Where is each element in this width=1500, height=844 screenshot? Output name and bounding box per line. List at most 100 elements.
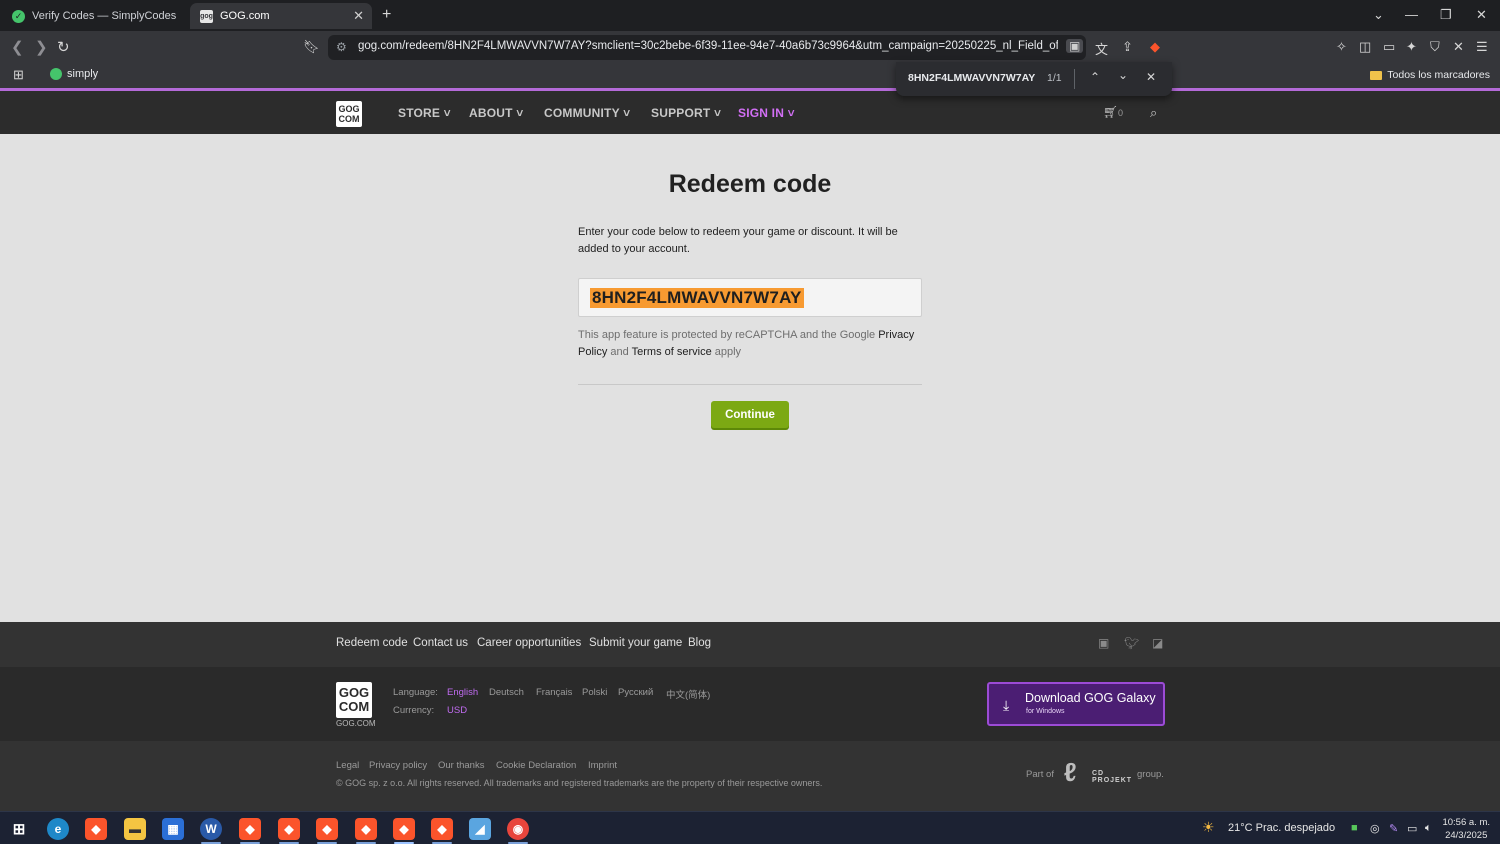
simplycodes-favicon-icon: ✓ bbox=[12, 9, 25, 23]
find-next-icon[interactable]: ⌄ bbox=[1118, 68, 1128, 82]
wallet-icon[interactable]: ▭ bbox=[1383, 39, 1395, 55]
network-icon[interactable]: ▭ bbox=[1407, 822, 1417, 835]
brave-shields-icon[interactable]: ◆ bbox=[1150, 39, 1160, 55]
cart-icon[interactable]: 🛒︎ bbox=[1103, 105, 1118, 119]
store-icon[interactable]: ▦ bbox=[162, 818, 184, 840]
menu-support[interactable]: SUPPORT ˅ bbox=[651, 106, 721, 120]
download-galaxy-button[interactable]: ⤓ Download GOG Galaxy for Windows bbox=[987, 682, 1165, 726]
browser-tabstrip: ✓ Verify Codes — SimplyCodes gog GOG.com… bbox=[0, 0, 1500, 31]
brave-window-icon[interactable]: ◆ bbox=[355, 818, 377, 840]
brave-window-icon[interactable]: ◆ bbox=[431, 818, 453, 840]
tray-pen-icon[interactable]: ✎ bbox=[1389, 822, 1398, 835]
footer-settings: GOG COM GOG.COM Language: English Deutsc… bbox=[0, 667, 1500, 741]
share-icon[interactable]: ⇪ bbox=[1122, 39, 1133, 55]
edge-icon[interactable]: e bbox=[47, 818, 69, 840]
language-russian[interactable]: Русский bbox=[618, 687, 653, 698]
all-bookmarks-folder[interactable]: Todos los marcadores bbox=[1370, 69, 1490, 81]
language-english[interactable]: English bbox=[447, 687, 478, 698]
footer-link-contact-us[interactable]: Contact us bbox=[413, 637, 468, 649]
cookie-declaration-link[interactable]: Cookie Declaration bbox=[496, 760, 576, 771]
back-icon[interactable]: ❮ bbox=[11, 38, 24, 56]
our-thanks-link[interactable]: Our thanks bbox=[438, 760, 484, 771]
bookmark-icon[interactable]: 🔖︎ bbox=[303, 39, 320, 55]
close-tab-icon[interactable]: ✕ bbox=[353, 8, 364, 24]
language-chinese[interactable]: 中文(简体) bbox=[666, 687, 710, 701]
reload-icon[interactable]: ↻ bbox=[57, 38, 70, 56]
extensions-icon[interactable]: ✧ bbox=[1336, 39, 1347, 55]
footer-link-submit-game[interactable]: Submit your game bbox=[589, 637, 682, 649]
menu-community[interactable]: COMMUNITY ˅ bbox=[544, 106, 630, 120]
cd-projekt-mark-icon: ℓ bbox=[1064, 757, 1078, 787]
close-window-icon[interactable]: ✕ bbox=[1476, 7, 1487, 23]
privacy-policy-footer-link[interactable]: Privacy policy bbox=[369, 760, 427, 771]
tab-search-icon[interactable]: ⌄ bbox=[1373, 7, 1384, 23]
address-bar[interactable]: ⚙ gog.com/redeem/8HN2F4LMWAVVN7W7AY?smcl… bbox=[328, 35, 1086, 60]
wordpad-icon[interactable]: W bbox=[200, 818, 222, 840]
page-title: Redeem code bbox=[668, 170, 832, 198]
find-in-page-bar: 1/1 ⌃ ⌄ ✕ bbox=[896, 62, 1172, 96]
site-info-icon[interactable]: ⚙ bbox=[336, 40, 347, 54]
legal-link[interactable]: Legal bbox=[336, 760, 359, 771]
sidebar-icon[interactable]: ◫ bbox=[1359, 39, 1371, 55]
footer-link-careers[interactable]: Career opportunities bbox=[477, 637, 581, 649]
apps-grid-icon[interactable]: ⊞ bbox=[13, 67, 24, 83]
file-explorer-icon[interactable]: ▬ bbox=[124, 818, 146, 840]
menu-icon[interactable]: ☰ bbox=[1476, 39, 1488, 55]
terms-of-service-link[interactable]: Terms of service bbox=[632, 346, 712, 358]
find-divider bbox=[1074, 69, 1075, 89]
tray-app-icon[interactable]: ■ bbox=[1351, 822, 1358, 834]
leo-ai-icon[interactable]: ✦ bbox=[1406, 39, 1417, 55]
tray-app-icon[interactable]: ◎ bbox=[1370, 822, 1380, 835]
gog-logo[interactable]: GOG COM bbox=[336, 101, 362, 127]
language-francais[interactable]: Français bbox=[536, 687, 572, 698]
find-previous-icon[interactable]: ⌃ bbox=[1090, 70, 1100, 84]
continue-button[interactable]: Continue bbox=[711, 401, 789, 428]
language-deutsch[interactable]: Deutsch bbox=[489, 687, 524, 698]
forward-icon[interactable]: ❯ bbox=[35, 38, 48, 56]
facebook-icon[interactable]: ▣ bbox=[1098, 636, 1109, 650]
restore-icon[interactable]: ❐ bbox=[1440, 7, 1452, 23]
brave-window-icon[interactable]: ◆ bbox=[239, 818, 261, 840]
weather-text[interactable]: 21°C Prac. despejado bbox=[1228, 822, 1335, 834]
page-action-icon[interactable]: ▣ bbox=[1066, 39, 1084, 53]
simplycodes-extension-icon[interactable]: ✕ bbox=[1453, 39, 1464, 55]
weather-icon[interactable]: ☀ bbox=[1202, 819, 1215, 836]
footer-link-redeem-code[interactable]: Redeem code bbox=[336, 637, 408, 649]
app-icon[interactable]: ◢ bbox=[469, 818, 491, 840]
translate-icon[interactable]: 文 bbox=[1095, 39, 1108, 58]
folder-icon bbox=[1370, 70, 1383, 80]
vpn-icon[interactable]: ⛉ bbox=[1430, 39, 1440, 55]
twitter-icon[interactable]: 🐦︎ bbox=[1124, 636, 1139, 650]
tab-simplycodes[interactable]: ✓ Verify Codes — SimplyCodes bbox=[2, 3, 188, 29]
volume-icon[interactable]: 🔈︎ bbox=[1425, 822, 1432, 835]
brave-window-icon[interactable]: ◆ bbox=[278, 818, 300, 840]
find-close-icon[interactable]: ✕ bbox=[1146, 70, 1156, 84]
tab-title: Verify Codes — SimplyCodes bbox=[32, 10, 177, 22]
brave-window-icon[interactable]: ◆ bbox=[316, 818, 338, 840]
menu-store[interactable]: STORE ˅ bbox=[398, 106, 451, 120]
language-polski[interactable]: Polski bbox=[582, 687, 607, 698]
menu-about[interactable]: ABOUT ˅ bbox=[469, 106, 523, 120]
search-icon[interactable]: ⌕ bbox=[1150, 105, 1157, 121]
currency-usd[interactable]: USD bbox=[447, 705, 467, 716]
new-tab-icon[interactable]: + bbox=[382, 6, 391, 24]
minimize-icon[interactable]: — bbox=[1405, 7, 1418, 22]
system-clock[interactable]: 10:56 a. m. 24/3/2025 bbox=[1442, 816, 1490, 842]
tab-title: GOG.com bbox=[220, 10, 270, 22]
imprint-link[interactable]: Imprint bbox=[588, 760, 617, 771]
footer-gog-logo[interactable]: GOG COM bbox=[336, 682, 372, 718]
code-value[interactable]: 8HN2F4LMWAVVN7W7AY bbox=[590, 288, 804, 308]
brave-active-window-icon[interactable]: ◆ bbox=[393, 818, 415, 840]
bookmark-simply[interactable]: simply bbox=[50, 68, 98, 80]
twitch-icon[interactable]: ◪ bbox=[1152, 636, 1163, 650]
footer-link-blog[interactable]: Blog bbox=[688, 637, 711, 649]
tab-gog[interactable]: gog GOG.com ✕ bbox=[190, 3, 372, 29]
start-windows-icon[interactable]: ⊞ bbox=[8, 818, 30, 840]
menu-sign-in[interactable]: SIGN IN ˅ bbox=[738, 106, 795, 120]
chrome-icon[interactable]: ◉ bbox=[507, 818, 529, 840]
brave-icon[interactable]: ◆ bbox=[85, 818, 107, 840]
cd-projekt-logo[interactable]: ℓ CD PROJEKT bbox=[1062, 757, 1132, 791]
url-text[interactable]: gog.com/redeem/8HN2F4LMWAVVN7W7AY?smclie… bbox=[358, 40, 1058, 52]
find-input[interactable] bbox=[908, 72, 1038, 84]
code-input[interactable]: 8HN2F4LMWAVVN7W7AY bbox=[578, 278, 922, 317]
